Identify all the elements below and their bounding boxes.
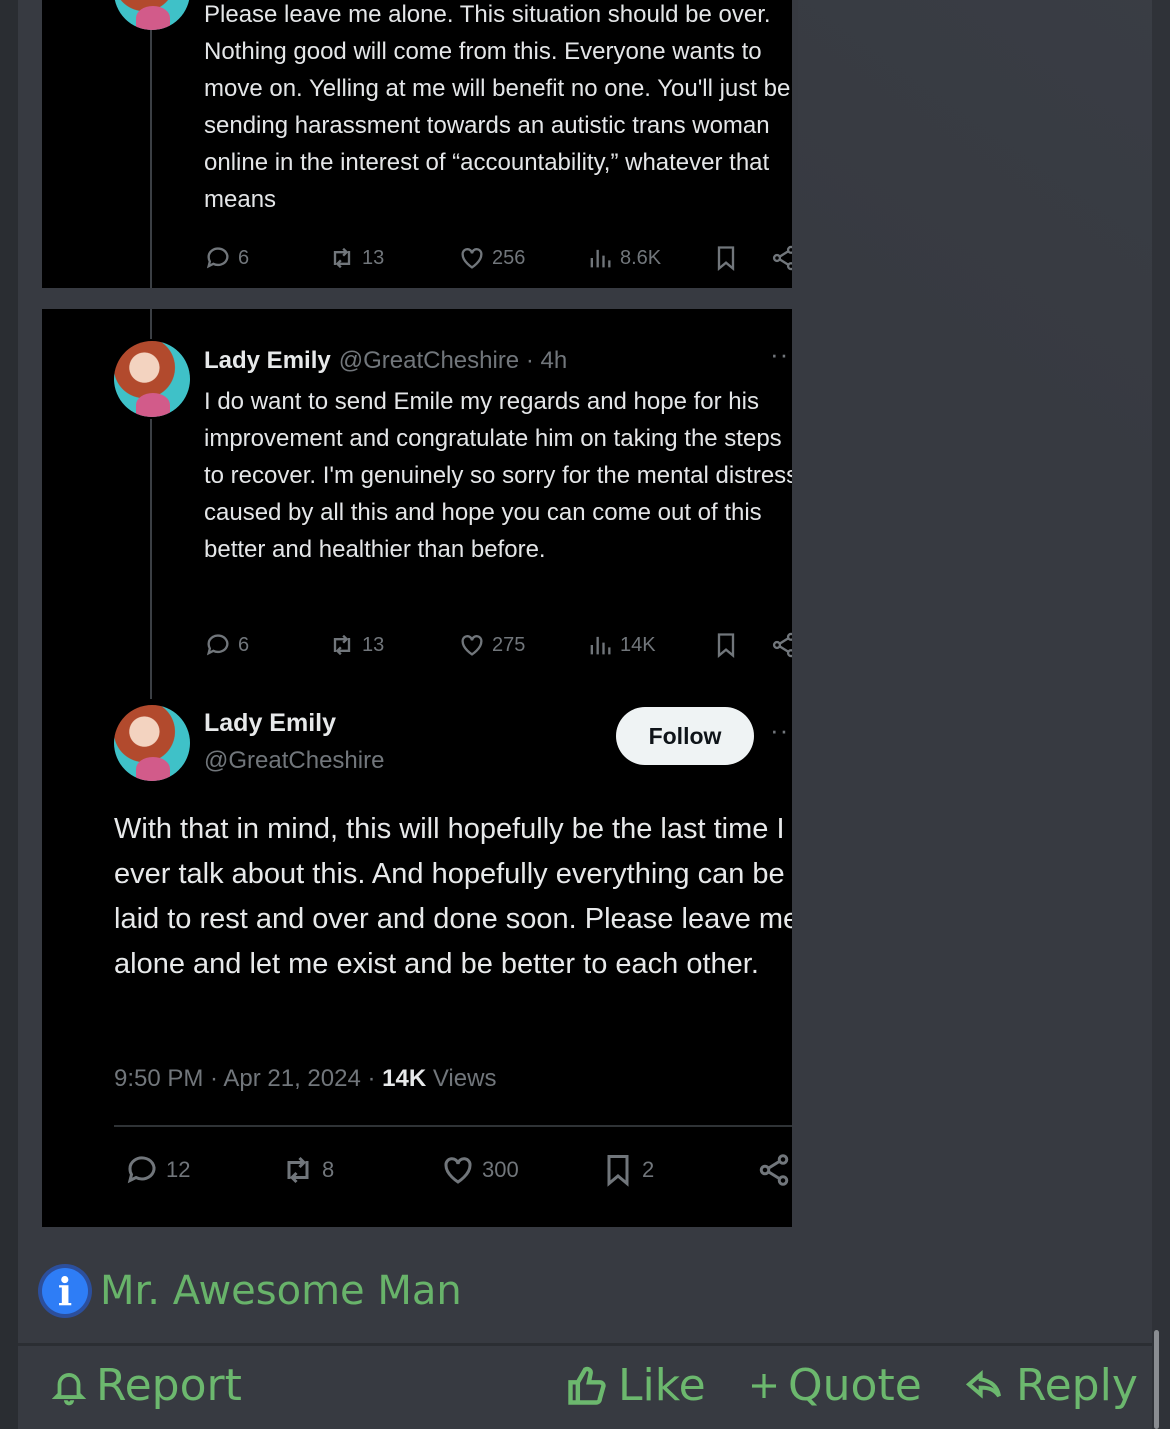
heart-icon xyxy=(461,635,483,656)
more-icon: ··· xyxy=(770,339,792,369)
tweet-header: Lady Emily @GreatCheshire · 4h xyxy=(204,347,567,375)
reply-action: 6 xyxy=(204,240,249,276)
bookmark-icon xyxy=(717,633,735,658)
reply-icon xyxy=(206,634,229,656)
tweet-text: I do want to send Emile my regards and h… xyxy=(204,388,792,563)
retweet-count: 13 xyxy=(362,633,385,656)
report-label: Report xyxy=(96,1360,242,1411)
bookmark-action: 2 xyxy=(600,1152,654,1188)
info-icon[interactable]: i xyxy=(38,1264,92,1318)
retweet-icon xyxy=(333,247,351,269)
avatar xyxy=(114,341,190,417)
plus-icon xyxy=(752,1373,776,1398)
like-button[interactable]: Like xyxy=(564,1360,706,1411)
follow-button: Follow xyxy=(616,707,754,765)
display-name: Lady Emily xyxy=(204,347,331,374)
reply-icon xyxy=(127,1156,156,1184)
embedded-screenshot-1[interactable]: Please leave me alone. This situation sh… xyxy=(42,0,792,288)
heart-icon xyxy=(444,1157,472,1184)
reply-count: 6 xyxy=(238,633,250,656)
like-count: 256 xyxy=(492,246,526,269)
post-author: i Mr. Awesome Man xyxy=(38,1264,462,1318)
quote-label: Quote xyxy=(788,1360,922,1411)
background-shade xyxy=(798,0,1152,600)
view-count: 14K xyxy=(620,633,656,656)
retweet-icon xyxy=(287,1156,309,1184)
retweet-count: 13 xyxy=(362,246,385,269)
thread-line xyxy=(150,419,152,699)
bookmark-action xyxy=(712,240,740,276)
tweet-actions: 6 13 256 8.6K xyxy=(204,240,792,276)
bookmark-icon xyxy=(607,1155,629,1187)
avatar xyxy=(114,0,190,30)
tweet-text: Please leave me alone. This situation sh… xyxy=(204,1,791,213)
thread-line xyxy=(150,28,152,288)
reply-label: Reply xyxy=(1016,1360,1138,1411)
retweet-count: 8 xyxy=(322,1157,335,1182)
share-icon xyxy=(772,632,792,658)
reply-action: 6 xyxy=(204,627,249,663)
bookmark-icon xyxy=(717,246,735,271)
like-action: 300 xyxy=(440,1152,519,1188)
like-count: 275 xyxy=(492,633,526,656)
reply-count: 12 xyxy=(166,1157,191,1182)
avatar xyxy=(114,705,190,781)
reply-arrow-icon xyxy=(965,1369,1001,1399)
post-actions-bar: Report Like Quote Reply xyxy=(18,1346,1152,1429)
scrollbar-thumb[interactable] xyxy=(1154,1330,1159,1429)
embedded-screenshot-2[interactable]: Lady Emily @GreatCheshire · 4h ··· I do w… xyxy=(42,309,792,1227)
bookmark-count: 2 xyxy=(642,1157,655,1182)
tweet-timestamp: 9:50 PM · Apr 21, 2024 · 14K Views xyxy=(114,1065,496,1093)
divider xyxy=(114,1125,792,1127)
thumbs-up-icon xyxy=(568,1366,606,1405)
views-icon xyxy=(590,249,611,268)
author-name-link[interactable]: Mr. Awesome Man xyxy=(100,1268,462,1314)
like-label: Like xyxy=(618,1360,706,1411)
retweet-action: 13 xyxy=(328,627,384,663)
bookmark-action xyxy=(712,627,740,663)
share-icon xyxy=(772,245,792,271)
retweet-icon xyxy=(333,634,351,656)
share-icon xyxy=(759,1154,789,1186)
info-badge-letter: i xyxy=(42,1268,88,1314)
page-edge xyxy=(1152,0,1170,1429)
tweet-actions: 12 8 300 2 xyxy=(114,1152,792,1192)
thread-line-top xyxy=(150,309,152,339)
views-action: 8.6K xyxy=(586,240,661,276)
views-count: 14K xyxy=(382,1065,427,1092)
reply-button[interactable]: Reply xyxy=(960,1360,1138,1411)
handle: @GreatCheshire xyxy=(204,747,385,774)
display-name: Lady Emily xyxy=(204,709,336,737)
share-action xyxy=(756,1152,792,1188)
timestamp-text: 9:50 PM · Apr 21, 2024 · xyxy=(114,1065,383,1092)
handle: @GreatCheshire · 4h xyxy=(338,347,568,374)
report-button[interactable]: Report xyxy=(50,1360,242,1411)
view-count: 8.6K xyxy=(620,246,662,269)
more-icon: ··· xyxy=(770,715,792,745)
reply-count: 6 xyxy=(238,246,250,269)
share-action xyxy=(770,627,792,663)
heart-icon xyxy=(461,248,483,269)
quote-button[interactable]: Quote xyxy=(748,1360,922,1411)
like-action: 275 xyxy=(458,627,525,663)
reply-icon xyxy=(206,247,229,269)
left-gutter xyxy=(0,0,18,1429)
bell-icon xyxy=(51,1372,87,1405)
views-action: 14K xyxy=(586,627,656,663)
reply-action: 12 xyxy=(124,1152,190,1188)
retweet-action: 8 xyxy=(280,1152,334,1188)
tweet-actions: 6 13 275 14K xyxy=(204,627,792,663)
like-count: 300 xyxy=(482,1157,519,1182)
views-icon xyxy=(590,636,611,655)
tweet-text: With that in mind, this will hopefully b… xyxy=(114,813,792,980)
share-action xyxy=(770,240,792,276)
views-label: Views xyxy=(426,1065,497,1092)
like-action: 256 xyxy=(458,240,525,276)
retweet-action: 13 xyxy=(328,240,384,276)
